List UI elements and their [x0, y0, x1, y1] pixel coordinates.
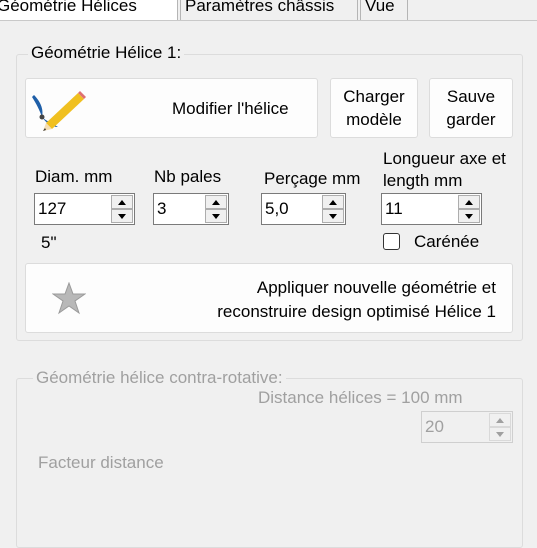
arrow-down-icon — [212, 214, 220, 219]
diam-inches: 5" — [41, 233, 57, 252]
arrow-up-icon — [329, 200, 337, 205]
tab-label: Vue — [365, 0, 395, 15]
arrow-up-icon — [118, 200, 126, 205]
save-label: Sauve garder — [446, 87, 496, 129]
helice1-group-title: Géométrie Hélice 1: — [28, 43, 185, 63]
apply-geometry-button[interactable]: Appliquer nouvelle géométrie et reconstr… — [25, 263, 513, 333]
modify-button-label: Modifier l'hélice — [172, 99, 289, 118]
arrow-down-icon — [329, 214, 337, 219]
arrow-up-icon — [465, 200, 473, 205]
axis-up-button[interactable] — [458, 195, 480, 209]
apply-label-line1: Appliquer nouvelle géométrie et — [256, 278, 496, 297]
tab-parametres-chassis[interactable]: Paramètres châssis — [180, 0, 358, 20]
ducted-label: Carénée — [414, 232, 480, 251]
tab-vue[interactable]: Vue — [360, 0, 408, 20]
star-icon — [51, 281, 87, 316]
bore-up-button[interactable] — [322, 195, 344, 209]
distance-up-button[interactable] — [489, 413, 511, 427]
tab-label: Paramètres châssis — [185, 0, 335, 15]
axis-down-button[interactable] — [458, 209, 480, 223]
ducted-checkbox[interactable] — [383, 233, 400, 250]
arrow-down-icon — [118, 214, 126, 219]
tab-geometrie-helices[interactable]: Géométrie Hélices — [0, 0, 178, 20]
load-model-label: Charger modèle — [343, 87, 405, 129]
distance-value: 20 — [425, 417, 444, 436]
axis-stepper[interactable]: 11 — [381, 193, 482, 225]
arrow-down-icon — [465, 214, 473, 219]
diam-up-button[interactable] — [111, 195, 133, 209]
distance-down-button[interactable] — [489, 427, 511, 441]
distance-stepper[interactable]: 20 — [421, 411, 513, 443]
blades-stepper[interactable]: 3 — [153, 193, 229, 225]
arrow-up-icon — [496, 418, 504, 423]
axis-value: 11 — [385, 199, 403, 218]
apply-label-line2: reconstruire design optimisé Hélice 1 — [217, 302, 496, 321]
axis-label-line2: length mm — [383, 171, 463, 190]
bore-label: Perçage mm — [264, 169, 361, 188]
load-model-button[interactable]: Charger modèle — [330, 78, 418, 138]
blades-label: Nb pales — [154, 167, 222, 186]
diam-value: 127 — [38, 199, 67, 218]
blades-value: 3 — [157, 199, 167, 218]
tab-strip-border — [0, 20, 537, 21]
diam-down-button[interactable] — [111, 209, 133, 223]
diam-label: Diam. mm — [35, 167, 113, 186]
diam-stepper[interactable]: 127 — [34, 193, 135, 225]
bore-value: 5,0 — [265, 199, 289, 218]
contra-group-title: Géométrie hélice contra-rotative: — [33, 368, 286, 388]
tab-label: Géométrie Hélices — [0, 0, 137, 15]
propeller-pencil-icon — [30, 87, 86, 131]
arrow-up-icon — [212, 200, 220, 205]
arrow-down-icon — [496, 432, 504, 437]
modify-propeller-button[interactable]: Modifier l'hélice — [25, 78, 318, 138]
blades-up-button[interactable] — [205, 195, 227, 209]
axis-label-line1: Longueur axe et — [383, 149, 506, 168]
distance-label: Distance hélices = 100 mm — [258, 388, 463, 407]
bore-down-button[interactable] — [322, 209, 344, 223]
bore-stepper[interactable]: 5,0 — [261, 193, 346, 225]
blades-down-button[interactable] — [205, 209, 227, 223]
save-button[interactable]: Sauve garder — [429, 78, 513, 138]
factor-label: Facteur distance — [38, 453, 164, 472]
